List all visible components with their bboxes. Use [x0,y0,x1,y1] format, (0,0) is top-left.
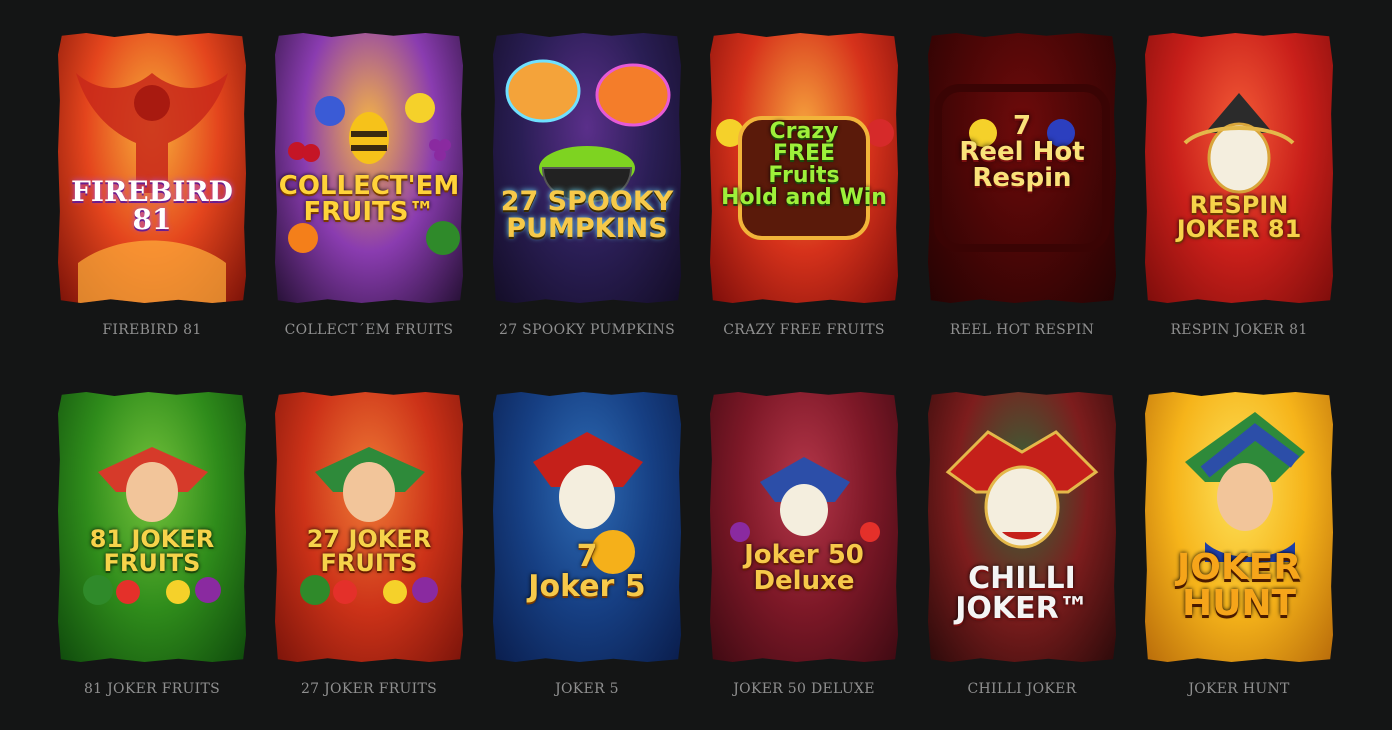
game-title[interactable]: CHILLI JOKER [928,681,1116,697]
game-title[interactable]: JOKER 5 [493,681,681,697]
game-card-respin-joker-81[interactable]: RESPIN JOKER 81 RESPIN JOKER 81 [1145,33,1333,338]
game-logo-text: 27 SPOOKY PUMPKINS [500,186,674,244]
game-logo-text: RESPIN JOKER 81 [1176,191,1302,243]
game-card-chilli-joker[interactable]: CHILLI JOKER™ CHILLI JOKER [928,392,1116,697]
game-thumbnail[interactable]: CHILLI JOKER™ [928,392,1116,662]
game-title[interactable]: 27 JOKER FRUITS [275,681,463,697]
game-logo-text: 7 Joker 5 [528,539,646,604]
game-logo-text: 27 JOKER FRUITS [306,525,432,577]
game-card-joker-hunt[interactable]: JOKER HUNT JOKER HUNT [1145,392,1333,697]
game-logo-text: Joker 50 Deluxe [744,540,864,596]
joker-jester-icon [730,457,880,542]
game-card-joker-5[interactable]: 7 Joker 5 JOKER 5 [493,392,681,697]
game-title[interactable]: REEL HOT RESPIN [928,322,1116,338]
game-logo-text: 81 JOKER FRUITS [89,525,215,577]
game-logo-text: 7 Reel Hot Respin [959,111,1085,193]
game-title[interactable]: COLLECT´EM FRUITS [275,322,463,338]
game-logo-text: Crazy FREE Fruits Hold and Win [721,119,887,210]
game-logo-text: COLLECT'EM FRUITS™ [278,171,460,227]
game-thumbnail[interactable]: 27 JOKER FRUITS [275,392,463,662]
game-card-81-joker-fruits[interactable]: 81 JOKER FRUITS 81 JOKER FRUITS [58,392,246,697]
pumpkin-cauldron-icon [505,59,671,203]
game-thumbnail[interactable]: FIREBIRD 81 [58,33,246,303]
game-card-crazy-free-fruits[interactable]: Crazy FREE Fruits Hold and Win CRAZY FRE… [710,33,898,338]
game-card-collect-em-fruits[interactable]: COLLECT'EM FRUITS™ COLLECT´EM FRUITS [275,33,463,338]
game-title[interactable]: RESPIN JOKER 81 [1145,322,1333,338]
game-thumbnail[interactable]: 27 SPOOKY PUMPKINS [493,33,681,303]
game-thumbnail[interactable]: JOKER HUNT [1145,392,1333,662]
game-title[interactable]: 81 JOKER FRUITS [58,681,246,697]
game-logo-text: FIREBIRD 81 [71,175,233,236]
game-title[interactable]: FIREBIRD 81 [58,322,246,338]
game-card-reel-hot-respin[interactable]: 7 Reel Hot Respin REEL HOT RESPIN [928,33,1116,338]
joker-jester-icon [533,432,643,574]
game-thumbnail[interactable]: Crazy FREE Fruits Hold and Win [710,33,898,303]
game-thumbnail[interactable]: 81 JOKER FRUITS [58,392,246,662]
game-card-27-spooky-pumpkins[interactable]: 27 SPOOKY PUMPKINS 27 SPOOKY PUMPKINS [493,33,681,338]
phoenix-icon [76,73,228,303]
game-card-firebird-81[interactable]: FIREBIRD 81 FIREBIRD 81 [58,33,246,338]
game-thumbnail[interactable]: 7 Reel Hot Respin [928,33,1116,303]
game-card-joker-50-deluxe[interactable]: Joker 50 Deluxe JOKER 50 DELUXE [710,392,898,697]
game-card-27-joker-fruits[interactable]: 27 JOKER FRUITS 27 JOKER FRUITS [275,392,463,697]
bee-and-fruits-icon [288,93,460,255]
game-logo-text: CHILLI JOKER™ [955,561,1089,626]
game-thumbnail[interactable]: 7 Joker 5 [493,392,681,662]
game-title[interactable]: 27 SPOOKY PUMPKINS [493,322,681,338]
game-logo-text: JOKER HUNT [1176,547,1302,624]
game-thumbnail[interactable]: RESPIN JOKER 81 [1145,33,1333,303]
joker-mask-icon [1183,93,1295,194]
game-title[interactable]: JOKER HUNT [1145,681,1333,697]
game-thumbnail[interactable]: Joker 50 Deluxe [710,392,898,662]
game-title[interactable]: CRAZY FREE FRUITS [710,322,898,338]
game-title[interactable]: JOKER 50 DELUXE [710,681,898,697]
game-thumbnail[interactable]: COLLECT'EM FRUITS™ [275,33,463,303]
game-grid: FIREBIRD 81 FIREBIRD 81 COLLECT'EM FRUIT… [0,0,1392,730]
